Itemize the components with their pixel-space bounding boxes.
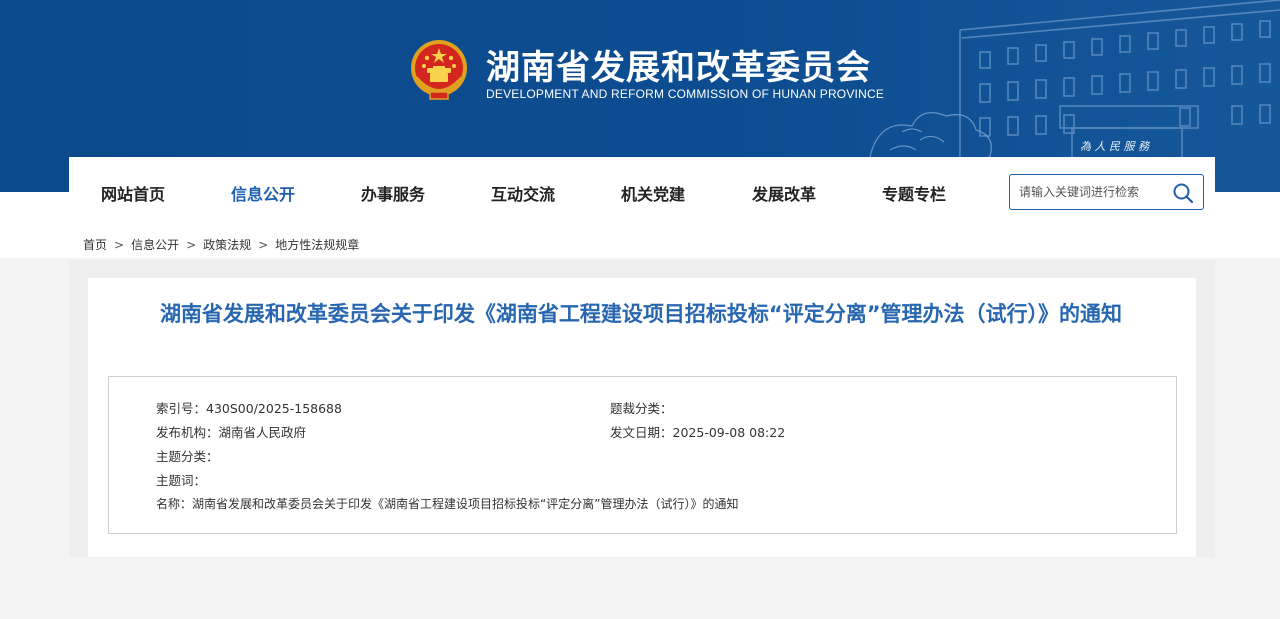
meta-label: 发文日期： — [610, 425, 673, 440]
breadcrumb-separator: > — [258, 238, 269, 252]
meta-date: 发文日期：2025-09-08 08:22 — [610, 425, 785, 441]
svg-text:為 人 民 服 務: 為 人 民 服 務 — [1080, 140, 1151, 153]
breadcrumb-policies[interactable]: 政策法规 — [203, 238, 251, 252]
search-icon[interactable] — [1172, 182, 1194, 204]
site-title: 湖南省发展和改革委员会 — [486, 48, 871, 88]
meta-label: 名称： — [156, 497, 193, 511]
site-subtitle: DEVELOPMENT AND REFORM COMMISSION OF HUN… — [486, 87, 885, 101]
nav-item-info-disclosure[interactable]: 信息公开 — [231, 181, 295, 205]
search-input[interactable] — [1019, 183, 1169, 201]
breadcrumb-separator: > — [186, 238, 197, 252]
meta-keywords: 主题词： — [156, 473, 206, 489]
nav-item-services[interactable]: 办事服务 — [361, 181, 425, 205]
breadcrumb-home[interactable]: 首页 — [83, 238, 107, 252]
national-emblem-icon — [411, 40, 467, 100]
breadcrumb-separator: > — [114, 238, 125, 252]
nav-item-development-reform[interactable]: 发展改革 — [752, 181, 816, 205]
meta-genre: 题裁分类： — [610, 401, 673, 417]
search-box — [1009, 174, 1204, 210]
meta-label: 主题分类： — [156, 449, 219, 464]
breadcrumb-info-disclosure[interactable]: 信息公开 — [131, 238, 179, 252]
meta-value: 湖南省人民政府 — [218, 425, 307, 440]
nav-item-home[interactable]: 网站首页 — [101, 181, 165, 205]
nav-item-special-topics[interactable]: 专题专栏 — [882, 181, 946, 205]
meta-value: 2025-09-08 08:22 — [672, 425, 786, 440]
nav-item-party-building[interactable]: 机关党建 — [621, 181, 685, 205]
meta-value: 430S00/2025-158688 — [206, 401, 342, 416]
meta-index-no: 索引号：430S00/2025-158688 — [156, 401, 342, 417]
meta-label: 发布机构： — [156, 425, 219, 440]
meta-label: 主题词： — [156, 473, 207, 488]
main-nav: 网站首页 信息公开 办事服务 互动交流 机关党建 发展改革 专题专栏 — [69, 157, 1215, 227]
meta-topic-class: 主题分类： — [156, 449, 219, 465]
breadcrumb: 首页 > 信息公开 > 政策法规 > 地方性法规规章 — [83, 236, 359, 253]
meta-label: 题裁分类： — [610, 401, 673, 416]
meta-value: 湖南省发展和改革委员会关于印发《湖南省工程建设项目招标投标“评定分离”管理办法（… — [192, 497, 739, 511]
nav-item-interaction[interactable]: 互动交流 — [491, 181, 555, 205]
article-meta-box: 索引号：430S00/2025-158688 题裁分类： 发布机构：湖南省人民政… — [108, 376, 1177, 534]
breadcrumb-local-regulations[interactable]: 地方性法规规章 — [275, 238, 359, 252]
meta-publisher: 发布机构：湖南省人民政府 — [156, 425, 306, 441]
article-card: 湖南省发展和改革委员会关于印发《湖南省工程建设项目招标投标“评定分离”管理办法（… — [88, 278, 1196, 557]
article-title: 湖南省发展和改革委员会关于印发《湖南省工程建设项目招标投标“评定分离”管理办法（… — [159, 302, 1123, 326]
meta-label: 索引号： — [156, 401, 207, 416]
meta-name: 名称：湖南省发展和改革委员会关于印发《湖南省工程建设项目招标投标“评定分离”管理… — [156, 496, 738, 512]
